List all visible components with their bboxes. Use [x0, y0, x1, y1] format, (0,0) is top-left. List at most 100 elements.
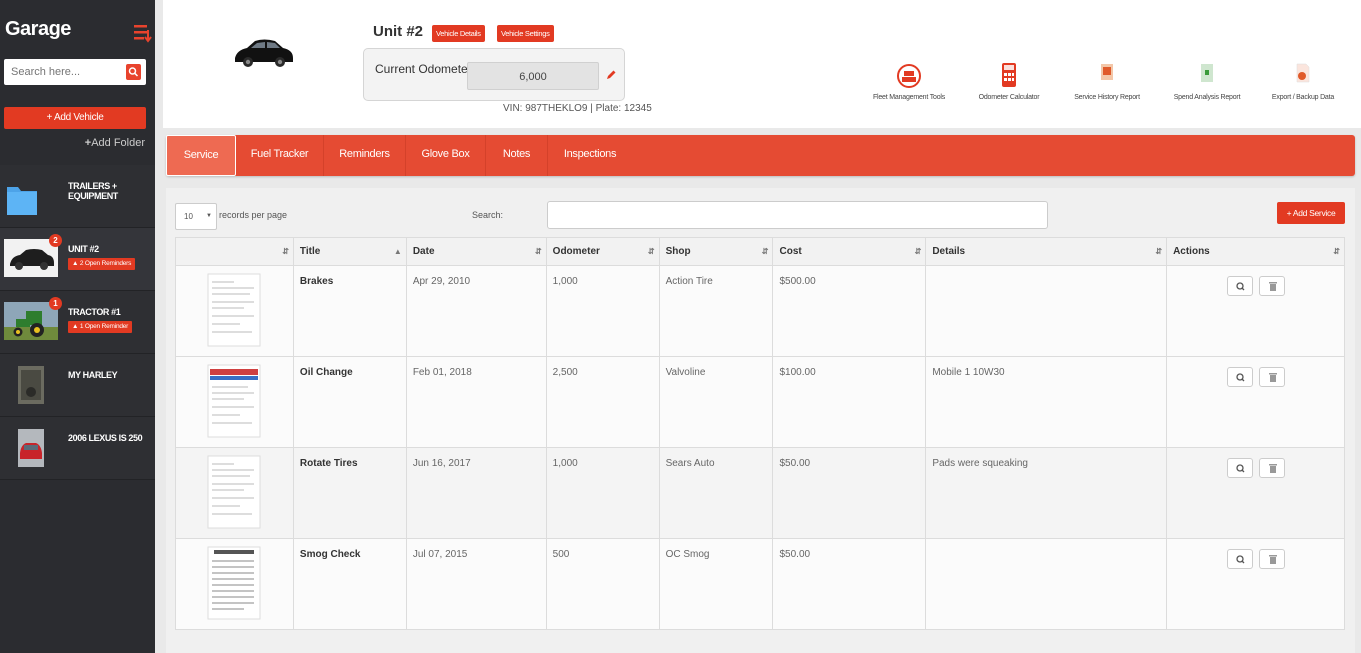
odometer-panel: Current Odometer 6,000	[363, 48, 625, 101]
sort-icon: ⇵	[282, 247, 289, 256]
column-header-actions[interactable]: Actions ⇵	[1166, 237, 1345, 266]
records-per-page-value: 10	[184, 212, 193, 221]
view-button[interactable]	[1227, 549, 1254, 569]
column-header-date[interactable]: Date ⇵	[405, 237, 547, 266]
cell-shop: Action Tire	[658, 265, 774, 357]
vehicle-list-item-trailers[interactable]: TRAILERS + EQUIPMENT	[0, 165, 155, 228]
delete-button[interactable]	[1258, 276, 1285, 296]
delete-button[interactable]	[1258, 549, 1285, 569]
menu-toggle-icon[interactable]	[133, 22, 153, 44]
table-row[interactable]: Oil Change Feb 01, 2018 2,500 Valvoline …	[175, 356, 1345, 448]
column-header-cost[interactable]: Cost ⇵	[772, 237, 927, 266]
receipt-thumbnail-cell	[175, 538, 294, 630]
view-button[interactable]	[1227, 458, 1254, 478]
cell-details	[925, 538, 1168, 630]
spend-analysis-report-link[interactable]: Spend Analysis Report	[1171, 62, 1243, 101]
odometer-calculator-link[interactable]: Odometer Calculator	[974, 62, 1044, 101]
tab-notes[interactable]: Notes	[486, 135, 548, 176]
vehicle-list-item-unit-2[interactable]: 2 UNIT #2 ▲ 2 Open Reminders	[0, 228, 155, 291]
vehicle-list-item-tractor-1[interactable]: 1 TRACTOR #1 ▲ 1 Open Reminder	[0, 291, 155, 354]
table-search-input[interactable]	[547, 201, 1048, 229]
sort-icon: ⇵	[914, 247, 922, 256]
column-header-title[interactable]: Title ▲	[292, 237, 407, 266]
cell-odometer: 500	[545, 538, 660, 630]
table-search-label: Search:	[472, 210, 504, 220]
tab-glove-box[interactable]: Glove Box	[406, 135, 486, 176]
open-reminders-label: 2 Open Reminders	[79, 260, 132, 267]
add-folder-button[interactable]: +Add Folder	[85, 137, 145, 149]
service-history-label: Service History Report	[1074, 94, 1140, 101]
column-actions-label: Actions	[1173, 246, 1210, 257]
vin-plate-text: VIN: 987THEKLO9 | Plate: 12345	[503, 103, 652, 114]
vehicle-list-item-lexus[interactable]: 2006 LEXUS IS 250	[0, 417, 155, 480]
sidebar-title: Garage	[5, 18, 71, 40]
delete-button[interactable]	[1258, 458, 1285, 478]
table-row[interactable]: Brakes Apr 29, 2010 1,000 Action Tire $5…	[175, 265, 1345, 357]
cell-date: Jun 16, 2017	[405, 447, 547, 539]
column-shop-label: Shop	[665, 246, 691, 257]
fleet-management-tools-link[interactable]: Fleet Management Tools	[871, 62, 947, 101]
edit-pencil-icon[interactable]	[605, 69, 617, 81]
sort-icon: ⇵	[647, 247, 655, 256]
cell-actions	[1166, 538, 1345, 630]
column-header-image[interactable]: ⇵	[175, 237, 294, 266]
view-button[interactable]	[1227, 367, 1254, 387]
cell-date: Jul 07, 2015	[405, 538, 547, 630]
cell-cost: $50.00	[772, 538, 927, 630]
vehicle-header: Unit #2 Vehicle Details Vehicle Settings…	[163, 0, 1361, 128]
sort-icon: ⇵	[761, 247, 769, 256]
receipt-thumbnail[interactable]	[204, 545, 264, 621]
table-row[interactable]: Smog Check Jul 07, 2015 500 OC Smog $50.…	[175, 538, 1345, 630]
table-row[interactable]: Rotate Tires Jun 16, 2017 1,000 Sears Au…	[175, 447, 1345, 539]
spend-report-icon	[1201, 64, 1213, 82]
records-per-page-select[interactable]: 10 ▼	[175, 203, 217, 230]
spend-analysis-label: Spend Analysis Report	[1173, 94, 1241, 101]
search-button[interactable]	[126, 64, 141, 80]
receipt-thumbnail-cell	[175, 356, 294, 448]
view-button[interactable]	[1227, 276, 1254, 296]
vehicle-details-button[interactable]: Vehicle Details	[432, 25, 485, 42]
magnifier-icon	[1236, 373, 1245, 382]
cell-actions	[1166, 265, 1345, 357]
reminder-count-badge: 2	[49, 234, 62, 247]
sidebar-search-input[interactable]	[4, 59, 124, 85]
tab-inspections[interactable]: Inspections	[548, 135, 632, 176]
delete-button[interactable]	[1258, 367, 1285, 387]
tab-fuel-tracker[interactable]: Fuel Tracker	[236, 135, 324, 176]
search-icon	[128, 67, 139, 77]
cell-title: Rotate Tires	[292, 447, 407, 539]
sort-icon: ⇵	[1333, 247, 1340, 256]
export-backup-link[interactable]: Export / Backup Data	[1269, 62, 1337, 101]
cell-details: Mobile 1 10W30	[925, 356, 1168, 448]
cell-cost: $500.00	[772, 265, 927, 357]
warning-icon: ▲	[72, 260, 80, 267]
cell-cost: $100.00	[772, 356, 927, 448]
receipt-thumbnail[interactable]	[204, 363, 264, 439]
cell-details: Pads were squeaking	[925, 447, 1168, 539]
folder-icon	[7, 187, 37, 215]
add-vehicle-button[interactable]: + Add Vehicle	[4, 107, 146, 129]
vehicle-list: TRAILERS + EQUIPMENT 2 UNIT #2 ▲ 2 Open …	[0, 165, 155, 480]
receipt-thumbnail[interactable]	[204, 454, 264, 530]
cell-cost: $50.00	[772, 447, 927, 539]
cell-title: Brakes	[292, 265, 407, 357]
sort-icon: ⇵	[534, 247, 542, 256]
open-reminders-badge: ▲ 1 Open Reminder	[68, 321, 133, 333]
odometer-field[interactable]: 6,000	[467, 62, 599, 90]
vehicle-settings-button[interactable]: Vehicle Settings	[497, 25, 554, 42]
cell-details	[925, 265, 1168, 357]
export-backup-label: Export / Backup Data	[1271, 94, 1335, 101]
tab-service[interactable]: Service	[166, 135, 236, 176]
column-header-details[interactable]: Details ⇵	[925, 237, 1168, 266]
magnifier-icon	[1236, 464, 1245, 473]
odometer-calculator-label: Odometer Calculator	[978, 94, 1040, 101]
tab-reminders[interactable]: Reminders	[324, 135, 406, 176]
receipt-thumbnail[interactable]	[204, 272, 264, 348]
column-header-odometer[interactable]: Odometer ⇵	[545, 237, 660, 266]
vehicle-list-item-my-harley[interactable]: MY HARLEY	[0, 354, 155, 417]
fleet-tools-label: Fleet Management Tools	[872, 94, 946, 101]
service-history-report-link[interactable]: Service History Report	[1071, 62, 1143, 101]
column-header-shop[interactable]: Shop ⇵	[658, 237, 774, 266]
sort-icon: ⇵	[1155, 247, 1163, 256]
add-service-button[interactable]: + Add Service	[1277, 202, 1345, 224]
